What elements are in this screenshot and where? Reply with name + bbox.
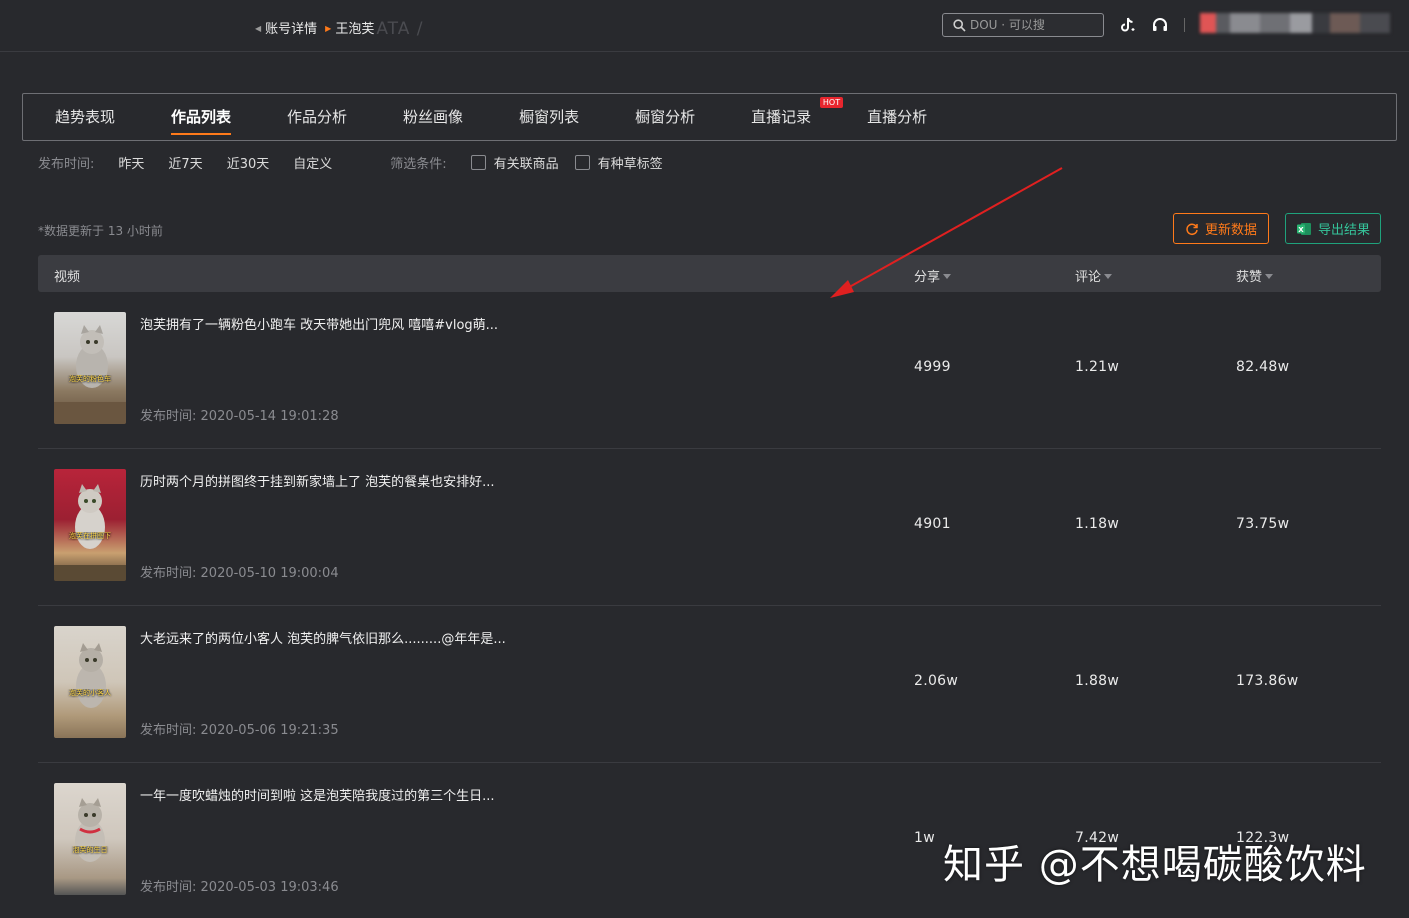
update-notice: *数据更新于 13 小时前 bbox=[38, 224, 163, 238]
thumbnail-caption: 泡芙的生日 bbox=[72, 846, 108, 854]
thumbnail-caption: 泡芙在拼图下 bbox=[69, 532, 111, 540]
breadcrumb-parent[interactable]: 账号详情 bbox=[265, 22, 317, 37]
share-count: 4999 bbox=[914, 359, 951, 375]
search-box[interactable] bbox=[942, 13, 1104, 37]
column-share[interactable]: 分享 bbox=[914, 266, 952, 285]
breadcrumb: ◀ 账号详情 ▶ 王泡芙 ATA / bbox=[255, 18, 423, 39]
filter-yesterday[interactable]: 昨天 bbox=[118, 153, 144, 172]
header-divider bbox=[1184, 18, 1185, 32]
video-thumbnail[interactable]: 泡芙的粉色车 bbox=[54, 312, 126, 424]
share-count: 2.06w bbox=[914, 673, 959, 689]
cat-image bbox=[75, 798, 105, 862]
search-icon bbox=[953, 18, 966, 32]
breadcrumb-current: 王泡芙 bbox=[335, 22, 375, 37]
video-title[interactable]: 历时两个月的拼图终于挂到新家墙上了 泡芙的餐桌也安排好... bbox=[140, 471, 495, 490]
hot-badge: HOT bbox=[819, 97, 844, 108]
tab-showcase-list[interactable]: 橱窗列表 bbox=[519, 93, 579, 141]
video-thumbnail[interactable]: 泡芙的生日 bbox=[54, 783, 126, 895]
filter-7-days[interactable]: 近7天 bbox=[168, 153, 202, 172]
comment-count: 1.88w bbox=[1075, 673, 1120, 689]
tab-bar: 趋势表现 作品列表 作品分析 粉丝画像 橱窗列表 橱窗分析 直播记录 HOT 直播… bbox=[22, 93, 1397, 141]
publish-time: 发布时间: 2020-05-03 19:03:46 bbox=[140, 880, 339, 895]
filter-30-days[interactable]: 近30天 bbox=[227, 153, 270, 172]
video-thumbnail[interactable]: 泡芙在拼图下 bbox=[54, 469, 126, 581]
thumbnail-caption: 泡芙的粉色车 bbox=[69, 375, 111, 383]
filter-custom[interactable]: 自定义 bbox=[293, 153, 332, 172]
watermark-text: 知乎 @不想喝碳酸饮料 bbox=[943, 842, 1367, 888]
condition-label: 筛选条件: bbox=[390, 156, 447, 172]
likes-count: 173.86w bbox=[1236, 673, 1299, 689]
share-count: 1w bbox=[914, 830, 935, 846]
breadcrumb-ghost-text: ATA / bbox=[376, 19, 424, 39]
table-row[interactable]: 泡芙的小客人 大老远来了的两位小客人 泡芙的脾气依旧那么.........@年年… bbox=[38, 606, 1381, 763]
cat-image bbox=[54, 325, 126, 424]
checkbox-has-tag[interactable]: 有种草标签 bbox=[574, 153, 663, 172]
sort-down-icon bbox=[943, 274, 952, 279]
table-row[interactable]: 泡芙在拼图下 历时两个月的拼图终于挂到新家墙上了 泡芙的餐桌也安排好... 发布… bbox=[38, 449, 1381, 606]
share-count: 4901 bbox=[914, 516, 951, 532]
column-likes[interactable]: 获赞 bbox=[1236, 266, 1274, 285]
tab-showcase-analysis[interactable]: 橱窗分析 bbox=[635, 93, 695, 141]
tab-live-records[interactable]: 直播记录 HOT bbox=[751, 93, 844, 141]
table-row[interactable]: 泡芙的粉色车 泡芙拥有了一辆粉色小跑车 改天带她出门兜风 嘻嘻#vlog萌...… bbox=[38, 292, 1381, 449]
tab-live-analysis[interactable]: 直播分析 bbox=[867, 93, 927, 141]
cat-image bbox=[76, 643, 106, 708]
publish-time: 发布时间: 2020-05-10 19:00:04 bbox=[140, 566, 339, 581]
tab-trend[interactable]: 趋势表现 bbox=[55, 93, 115, 141]
column-video: 视频 bbox=[54, 270, 81, 285]
publish-time: 发布时间: 2020-05-14 19:01:28 bbox=[140, 409, 339, 424]
sort-down-icon bbox=[1104, 274, 1113, 279]
thumbnail-caption: 泡芙的小客人 bbox=[69, 689, 111, 697]
search-input[interactable] bbox=[970, 18, 1100, 32]
top-bar: ◀ 账号详情 ▶ 王泡芙 ATA / bbox=[0, 0, 1409, 52]
tiktok-icon[interactable] bbox=[1117, 15, 1137, 35]
tab-works-list[interactable]: 作品列表 bbox=[171, 93, 232, 141]
likes-count: 82.48w bbox=[1236, 359, 1290, 375]
column-comment[interactable]: 评论 bbox=[1075, 266, 1113, 285]
likes-count: 73.75w bbox=[1236, 516, 1290, 532]
video-title[interactable]: 泡芙拥有了一辆粉色小跑车 改天带她出门兜风 嘻嘻#vlog萌... bbox=[140, 314, 498, 333]
excel-icon: X bbox=[1296, 222, 1311, 235]
svg-text:X: X bbox=[1298, 226, 1304, 234]
refresh-data-button[interactable]: 更新数据 bbox=[1173, 213, 1269, 244]
export-results-button[interactable]: X 导出结果 bbox=[1285, 213, 1381, 244]
comment-count: 1.21w bbox=[1075, 359, 1120, 375]
refresh-icon bbox=[1186, 223, 1198, 235]
tab-works-analysis[interactable]: 作品分析 bbox=[287, 93, 347, 141]
user-avatar-blurred[interactable] bbox=[1200, 13, 1390, 33]
cat-image bbox=[54, 484, 126, 581]
video-thumbnail[interactable]: 泡芙的小客人 bbox=[54, 626, 126, 738]
tab-fan-profile[interactable]: 粉丝画像 bbox=[403, 93, 463, 141]
video-title[interactable]: 一年一度吹蜡烛的时间到啦 这是泡芙陪我度过的第三个生日... bbox=[140, 785, 495, 804]
sort-down-icon bbox=[1265, 274, 1274, 279]
publish-time: 发布时间: 2020-05-06 19:21:35 bbox=[140, 723, 339, 738]
checkbox-box[interactable] bbox=[470, 154, 486, 170]
headset-icon[interactable] bbox=[1150, 15, 1170, 35]
checkbox-box[interactable] bbox=[574, 154, 590, 170]
video-title[interactable]: 大老远来了的两位小客人 泡芙的脾气依旧那么.........@年年是... bbox=[140, 628, 506, 647]
breadcrumb-arrow-icon: ◀ bbox=[255, 24, 262, 33]
publish-time-label: 发布时间: bbox=[38, 156, 95, 172]
checkbox-has-product[interactable]: 有关联商品 bbox=[470, 153, 559, 172]
filter-row: 发布时间: 昨天 近7天 近30天 自定义 筛选条件: 有关联商品 有种草标签 bbox=[38, 153, 663, 172]
breadcrumb-separator-icon: ▶ bbox=[325, 24, 332, 33]
table-header: 视频 分享 评论 获赞 bbox=[38, 255, 1381, 292]
comment-count: 1.18w bbox=[1075, 516, 1120, 532]
